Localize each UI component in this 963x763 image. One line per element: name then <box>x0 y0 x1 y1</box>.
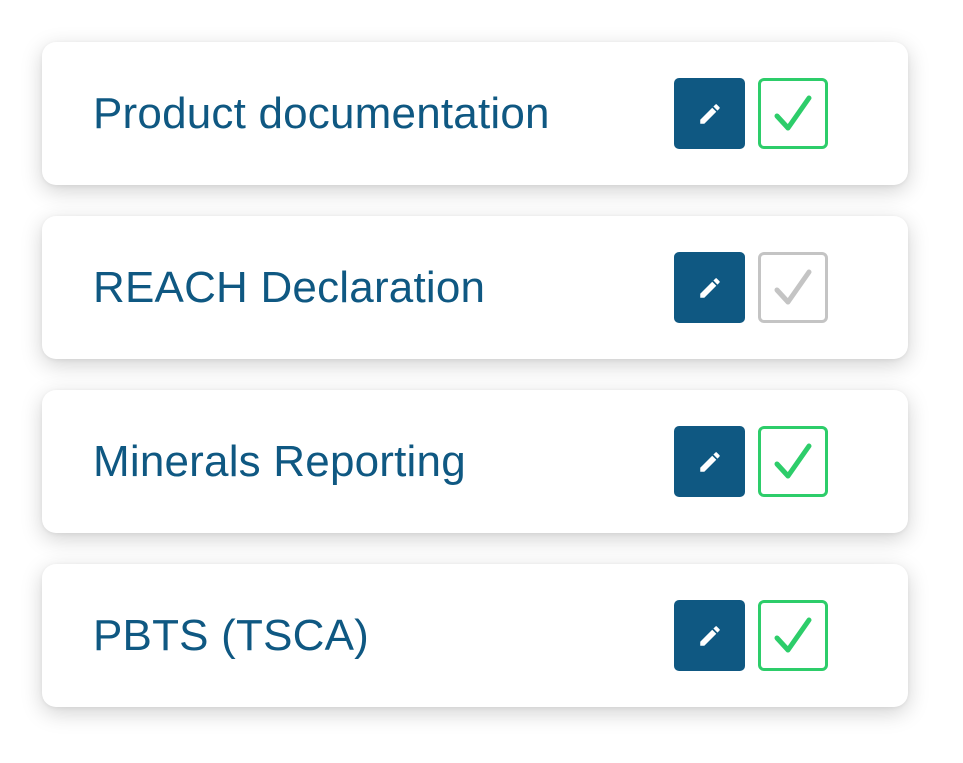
checkmark-icon <box>774 95 812 130</box>
edit-button[interactable] <box>674 78 745 149</box>
list-item: REACH Declaration <box>42 216 908 359</box>
edit-button[interactable] <box>674 252 745 323</box>
pencil-icon <box>699 277 720 298</box>
checkmark-icon <box>774 617 812 652</box>
checkmark-icon <box>774 269 812 304</box>
document-list: Product documentation REACH Declaration … <box>42 42 908 738</box>
edit-button[interactable] <box>674 426 745 497</box>
pencil-icon <box>699 625 720 646</box>
approve-checkbox[interactable] <box>758 78 828 149</box>
list-item: Minerals Reporting <box>42 390 908 533</box>
list-item: Product documentation <box>42 42 908 185</box>
list-item: PBTS (TSCA) <box>42 564 908 707</box>
approve-checkbox[interactable] <box>758 600 828 671</box>
checkmark-icon <box>774 443 812 478</box>
pencil-icon <box>699 451 720 472</box>
approve-checkbox[interactable] <box>758 426 828 497</box>
item-label: REACH Declaration <box>93 262 486 312</box>
item-label: Minerals Reporting <box>93 436 466 486</box>
item-label: Product documentation <box>93 88 550 138</box>
item-label: PBTS (TSCA) <box>93 610 369 660</box>
approve-checkbox[interactable] <box>758 252 828 323</box>
pencil-icon <box>699 103 720 124</box>
edit-button[interactable] <box>674 600 745 671</box>
